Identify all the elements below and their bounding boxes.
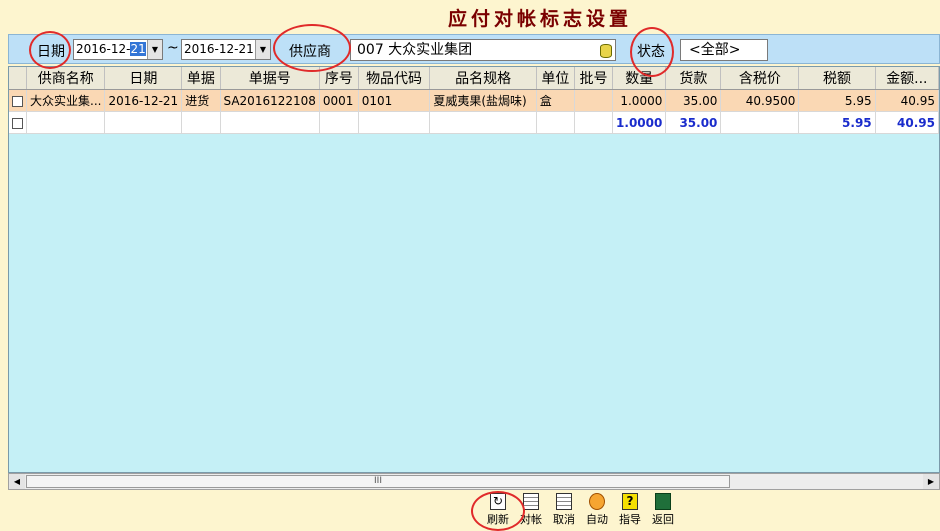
header-row: 供商名称 日期 单据 单据号 序号 物品代码 品名规格 单位 批号 数量 货款 … xyxy=(9,67,939,90)
date-to-picker[interactable]: 2016-12-21 ▼ xyxy=(181,39,271,60)
cell-quantity: 1.0000 xyxy=(612,89,667,112)
cell-seq: 0001 xyxy=(319,89,359,112)
cancel-button[interactable]: 取消 xyxy=(547,492,581,528)
guide-button[interactable]: ? 指导 xyxy=(613,492,647,528)
cell-date: 2016-12-21 xyxy=(104,89,183,112)
supplier-field[interactable]: 007 大众实业集团 xyxy=(350,39,616,61)
total-sum: 40.95 xyxy=(875,111,939,134)
cell-total: 40.95 xyxy=(875,89,939,112)
scroll-left-icon[interactable]: ◀ xyxy=(9,474,25,489)
refresh-label: 刷新 xyxy=(487,513,509,526)
date-separator: ~ xyxy=(167,40,179,56)
total-amount: 35.00 xyxy=(665,111,722,134)
cell-product-spec: 夏威夷果(盐焗味) xyxy=(429,89,537,112)
reconcile-label: 对帐 xyxy=(520,513,542,526)
filter-bar: 日期 2016-12-21 ▼ ~ 2016-12-21 ▼ 供应商 007 大… xyxy=(8,34,940,64)
cell-tax-price: 40.9500 xyxy=(720,89,800,112)
header-doc-number[interactable]: 单据号 xyxy=(220,67,320,90)
header-seq[interactable]: 序号 xyxy=(319,67,359,90)
records-table: 供商名称 日期 单据 单据号 序号 物品代码 品名规格 单位 批号 数量 货款 … xyxy=(9,67,939,134)
header-unit[interactable]: 单位 xyxy=(536,67,575,90)
dropdown-arrow-icon[interactable]: ▼ xyxy=(255,40,270,59)
refresh-button[interactable]: ↻ 刷新 xyxy=(481,492,515,528)
cell-unit: 盒 xyxy=(536,89,575,112)
back-icon xyxy=(655,493,671,510)
header-quantity[interactable]: 数量 xyxy=(612,67,667,90)
guide-label: 指导 xyxy=(619,513,641,526)
header-doc-type[interactable]: 单据 xyxy=(181,67,221,90)
horizontal-scrollbar[interactable]: ◀ III ▶ xyxy=(8,473,940,490)
checkbox-icon[interactable] xyxy=(12,117,23,129)
header-date[interactable]: 日期 xyxy=(104,67,183,90)
status-select[interactable]: <全部> xyxy=(680,39,768,61)
supplier-value: 007 大众实业集团 xyxy=(357,42,473,58)
cell-tax: 5.95 xyxy=(798,89,876,112)
scroll-right-icon[interactable]: ▶ xyxy=(923,474,939,489)
header-item-code[interactable]: 物品代码 xyxy=(358,67,431,90)
header-batch[interactable]: 批号 xyxy=(574,67,614,90)
reconcile-button[interactable]: 对帐 xyxy=(514,492,548,528)
cell-doc-type: 进货 xyxy=(181,89,221,112)
scroll-thumb[interactable]: III xyxy=(26,475,730,488)
reconcile-icon xyxy=(523,493,539,510)
header-tax-price[interactable]: 含税价 xyxy=(720,67,800,90)
header-amount[interactable]: 货款 xyxy=(665,67,722,90)
scroll-thumb-grip: III xyxy=(374,476,382,486)
cell-item-code: 0101 xyxy=(358,89,431,112)
cell-supplier-name: 大众实业集... xyxy=(26,89,106,112)
auto-label: 自动 xyxy=(586,513,608,526)
total-quantity: 1.0000 xyxy=(612,111,667,134)
cancel-icon xyxy=(556,493,572,510)
cell-doc-number: SA2016122108 xyxy=(220,89,320,112)
status-label: 状态 xyxy=(637,44,665,60)
date-from-picker[interactable]: 2016-12-21 ▼ xyxy=(73,39,163,60)
header-supplier-name[interactable]: 供商名称 xyxy=(26,67,106,90)
header-total[interactable]: 金额... xyxy=(875,67,939,90)
cancel-label: 取消 xyxy=(553,513,575,526)
guide-icon: ? xyxy=(622,493,638,510)
row-checkbox[interactable] xyxy=(9,89,27,112)
cell-batch xyxy=(574,89,614,112)
date-from-selected: 21 xyxy=(130,42,146,56)
refresh-icon: ↻ xyxy=(490,493,506,510)
header-product-spec[interactable]: 品名规格 xyxy=(429,67,537,90)
checkbox-icon[interactable] xyxy=(12,95,23,107)
back-label: 返回 xyxy=(652,513,674,526)
date-label: 日期 xyxy=(37,44,65,60)
database-icon[interactable] xyxy=(600,44,612,58)
data-grid[interactable]: 供商名称 日期 单据 单据号 序号 物品代码 品名规格 单位 批号 数量 货款 … xyxy=(8,66,940,473)
supplier-label: 供应商 xyxy=(289,44,331,60)
auto-button[interactable]: 自动 xyxy=(580,492,614,528)
window-title: 应付对帐标志设置 xyxy=(447,8,632,30)
header-tax[interactable]: 税额 xyxy=(798,67,876,90)
dropdown-arrow-icon[interactable]: ▼ xyxy=(147,40,162,59)
auto-icon xyxy=(589,493,605,510)
back-button[interactable]: 返回 xyxy=(646,492,680,528)
total-tax: 5.95 xyxy=(798,111,876,134)
date-from-prefix: 2016-12- xyxy=(76,42,131,56)
header-select xyxy=(9,67,27,90)
date-to-value: 2016-12-21 xyxy=(184,42,254,56)
table-row[interactable]: 大众实业集... 2016-12-21 进货 SA2016122108 0001… xyxy=(9,89,939,112)
status-value: <全部> xyxy=(689,42,741,58)
cell-amount: 35.00 xyxy=(665,89,722,112)
totals-row[interactable]: 1.0000 35.00 5.95 40.95 xyxy=(9,111,939,134)
row-checkbox[interactable] xyxy=(9,111,27,134)
